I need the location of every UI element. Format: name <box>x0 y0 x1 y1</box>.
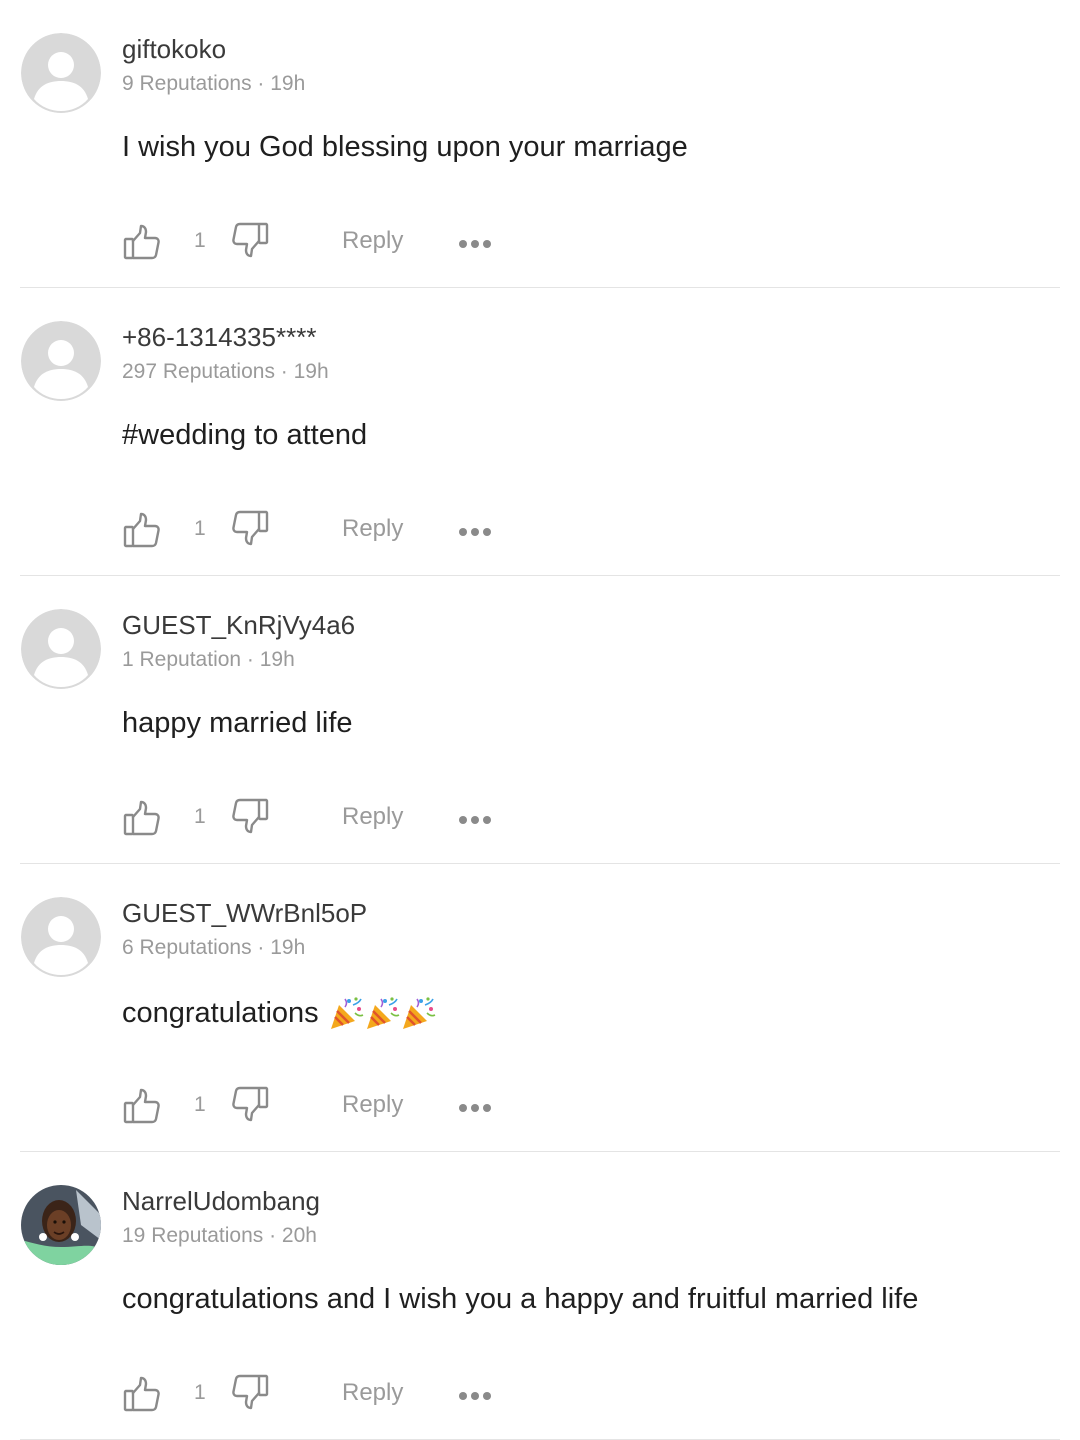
comment-username[interactable]: GUEST_WWrBnl5oP <box>122 898 367 929</box>
comment-username[interactable]: NarrelUdombang <box>122 1186 320 1217</box>
comment-actions: 1 Reply <box>122 1084 522 1128</box>
reply-button[interactable]: Reply <box>342 1379 403 1407</box>
comment-item: NarrelUdombang 19 Reputations · 20h cong… <box>0 1152 1080 1440</box>
thumbs-up-icon[interactable] <box>122 798 162 838</box>
more-options-icon[interactable] <box>458 1100 492 1112</box>
comment-actions: 1 Reply <box>122 796 522 840</box>
thumbs-up-icon[interactable] <box>122 1086 162 1126</box>
thumbs-up-icon[interactable] <box>122 1374 162 1414</box>
comment-text-content: #wedding to attend <box>122 419 368 451</box>
user-avatar[interactable] <box>21 321 101 401</box>
comment-text-content: congratulations <box>122 996 319 1029</box>
comment-text-content: congratulations and I wish you a happy a… <box>122 1283 919 1315</box>
comment-text-content: happy married life <box>122 707 353 739</box>
more-options-icon[interactable] <box>458 236 492 248</box>
comment-text: #wedding to attend <box>122 419 377 452</box>
thumbs-down-icon[interactable] <box>230 796 270 836</box>
more-options-icon[interactable] <box>458 812 492 824</box>
comment-meta: 6 Reputations · 19h <box>122 936 306 959</box>
like-count: 1 <box>194 1093 206 1116</box>
thumbs-up-icon[interactable] <box>122 222 162 262</box>
default-avatar-icon <box>21 321 101 401</box>
comment-meta: 297 Reputations · 19h <box>122 360 329 383</box>
like-count: 1 <box>194 229 206 252</box>
thumbs-down-icon[interactable] <box>230 220 270 260</box>
comment-item: GUEST_KnRjVy4a6 1 Reputation · 19h happy… <box>0 576 1080 864</box>
more-options-icon[interactable] <box>458 524 492 536</box>
like-count: 1 <box>194 805 206 828</box>
thumbs-down-icon[interactable] <box>230 1084 270 1124</box>
user-avatar[interactable] <box>21 1185 101 1265</box>
comment-item: +86-1314335**** 297 Reputations · 19h #w… <box>0 288 1080 576</box>
party-popper-icon <box>330 997 364 1029</box>
thumbs-down-icon[interactable] <box>230 508 270 548</box>
like-count: 1 <box>194 517 206 540</box>
comment-meta: 9 Reputations · 19h <box>122 72 306 95</box>
reply-button[interactable]: Reply <box>342 227 403 255</box>
emoji-row <box>329 995 437 1031</box>
user-avatar[interactable] <box>21 609 101 689</box>
thumbs-down-icon[interactable] <box>230 1372 270 1412</box>
party-popper-icon <box>365 995 401 1031</box>
comment-username[interactable]: GUEST_KnRjVy4a6 <box>122 610 355 641</box>
comment-meta: 1 Reputation · 19h <box>122 648 295 671</box>
party-popper-icon <box>329 995 365 1031</box>
user-avatar[interactable] <box>21 33 101 113</box>
reply-button[interactable]: Reply <box>342 1091 403 1119</box>
party-popper-icon <box>401 995 437 1031</box>
party-popper-icon <box>402 997 436 1029</box>
comment-text: I wish you God blessing upon your marria… <box>122 131 698 164</box>
comment-text-content: I wish you God blessing upon your marria… <box>122 131 688 163</box>
reply-button[interactable]: Reply <box>342 515 403 543</box>
comment-text: happy married life <box>122 707 363 740</box>
like-count: 1 <box>194 1381 206 1404</box>
party-popper-icon <box>366 997 400 1029</box>
comment-actions: 1 Reply <box>122 1372 522 1416</box>
comment-text: congratulations and I wish you a happy a… <box>122 1283 928 1316</box>
user-avatar[interactable] <box>21 897 101 977</box>
more-options-icon[interactable] <box>458 1388 492 1400</box>
default-avatar-icon <box>21 897 101 977</box>
default-avatar-icon <box>21 33 101 113</box>
comment-username[interactable]: giftokoko <box>122 34 226 65</box>
reply-button[interactable]: Reply <box>342 803 403 831</box>
comment-actions: 1 Reply <box>122 508 522 552</box>
default-avatar-icon <box>21 609 101 689</box>
comment-meta: 19 Reputations · 20h <box>122 1224 317 1247</box>
comment-item: giftokoko 9 Reputations · 19h I wish you… <box>0 0 1080 288</box>
comment-username[interactable]: +86-1314335**** <box>122 322 316 353</box>
comment-text: congratulations <box>122 995 437 1031</box>
comment-actions: 1 Reply <box>122 220 522 264</box>
comment-item: GUEST_WWrBnl5oP 6 Reputations · 19h cong… <box>0 864 1080 1152</box>
photo-avatar-icon <box>21 1185 101 1265</box>
thumbs-up-icon[interactable] <box>122 510 162 550</box>
